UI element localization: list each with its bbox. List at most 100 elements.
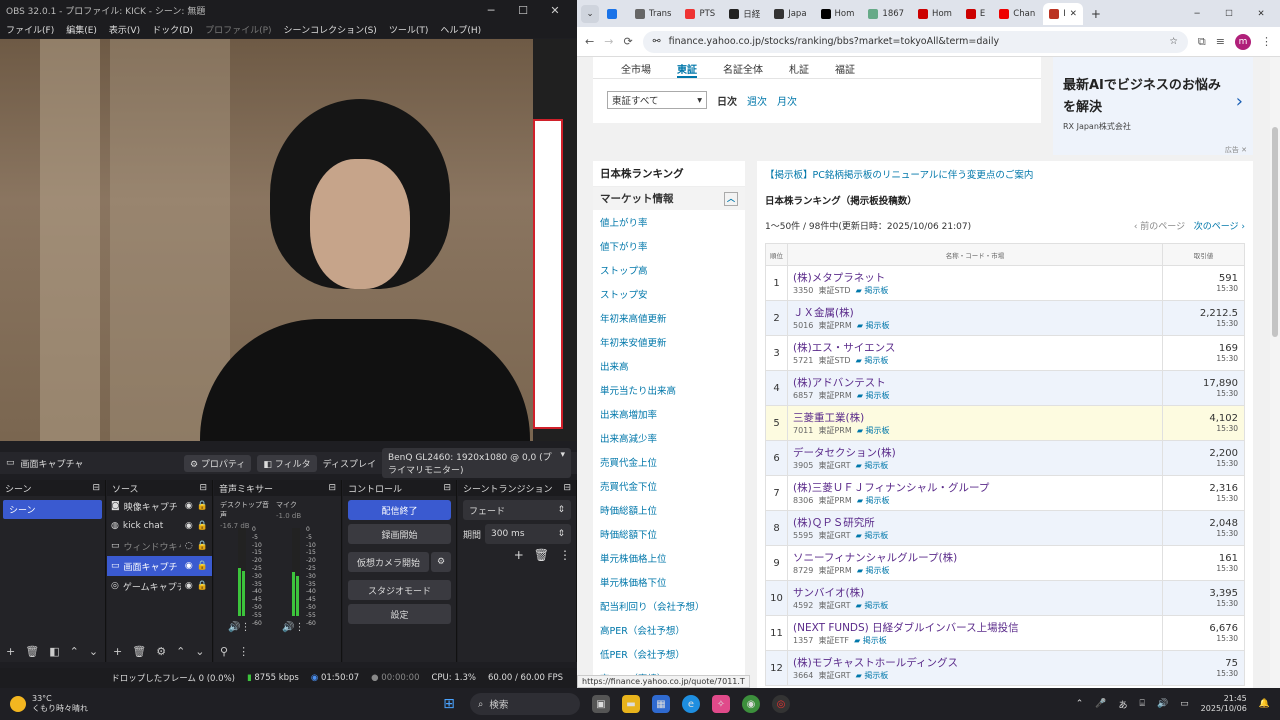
back-icon[interactable]: ← <box>585 35 594 48</box>
sidebar-item[interactable]: ストップ安 <box>593 282 745 306</box>
menu-edit[interactable]: 編集(E) <box>66 23 97 36</box>
more-icon[interactable]: ⋮ <box>238 645 249 658</box>
menu-scene-collection[interactable]: シーンコレクション(S) <box>284 23 377 36</box>
bbs-link[interactable]: ▰ 掲示板 <box>857 496 890 505</box>
studio-mode-button[interactable]: スタジオモード <box>348 580 451 600</box>
maximize-icon[interactable]: ☐ <box>1214 9 1244 19</box>
network-icon[interactable]: ⌸ <box>1140 699 1145 709</box>
more-icon[interactable]: ⋮ <box>559 548 571 562</box>
browser-tab[interactable]: I ✕ <box>1043 2 1083 25</box>
term-monthly[interactable]: 月次 <box>777 93 797 108</box>
sidebar-item[interactable]: ストップ高 <box>593 258 745 282</box>
properties-button[interactable]: ⚙ プロパティ <box>183 454 252 472</box>
close-icon[interactable]: ✕ <box>539 4 571 17</box>
sidebar-item[interactable]: 値下がり率 <box>593 234 745 258</box>
transition-select[interactable]: フェード ⇕ <box>463 500 571 520</box>
browser-tab[interactable]: Hom <box>912 3 958 25</box>
close-tab-icon[interactable]: ✕ <box>1070 9 1077 19</box>
media-icon[interactable]: ≡ <box>1216 35 1225 48</box>
browser-tab[interactable]: Trans <box>629 3 677 25</box>
taskbar-search[interactable]: ⌕ 検索 <box>470 693 580 715</box>
market-tab[interactable]: 福証 <box>835 61 855 78</box>
extensions-icon[interactable]: ⧉ <box>1198 35 1206 49</box>
sidebar-item[interactable]: 年初来安値更新 <box>593 330 745 354</box>
menu-tools[interactable]: ツール(T) <box>389 23 429 36</box>
dock-menu-icon[interactable]: ⊟ <box>563 483 571 493</box>
minimize-icon[interactable]: ─ <box>1182 9 1212 19</box>
chevron-right-icon[interactable]: › <box>1236 91 1243 112</box>
company-link[interactable]: (株)モブキャストホールディングス <box>793 655 1162 670</box>
filters-button[interactable]: ◧ フィルタ <box>257 454 317 472</box>
company-link[interactable]: ＪＸ金属(株) <box>793 305 1162 320</box>
trash-icon[interactable]: 🗑 <box>25 645 39 658</box>
company-link[interactable]: (株)ＱＰＳ研究所 <box>793 515 1162 530</box>
start-icon[interactable]: ⊞ <box>440 695 458 713</box>
sidebar-item[interactable]: 出来高減少率 <box>593 426 745 450</box>
forward-icon[interactable]: → <box>604 35 613 48</box>
sidebar-item[interactable]: 高PER（会社予想） <box>593 618 745 642</box>
speaker-icon[interactable]: 🔊⋮ <box>228 622 250 633</box>
company-link[interactable]: (株)エス・サイエンス <box>793 340 1162 355</box>
sidebar-item[interactable]: 配当利回り（会社予想） <box>593 594 745 618</box>
sidebar-section[interactable]: マーケット情報 ︿ <box>593 187 745 210</box>
menu-profile[interactable]: プロファイル(P) <box>205 23 271 36</box>
sidebar-item[interactable]: 値上がり率 <box>593 210 745 234</box>
obs-preview[interactable] <box>0 39 577 441</box>
company-link[interactable]: (株)アドバンテスト <box>793 375 1162 390</box>
browser-tab[interactable]: PTS <box>679 3 721 25</box>
clock[interactable]: 21:45 2025/10/06 <box>1201 694 1247 714</box>
arrow-down-icon[interactable]: ⌄ <box>195 645 204 658</box>
volume-icon[interactable]: 🔊 <box>1157 699 1168 709</box>
add-icon[interactable]: + <box>6 645 15 658</box>
minimize-icon[interactable]: ─ <box>475 4 507 17</box>
microphone-icon[interactable]: 🎤 <box>1095 699 1106 709</box>
menu-icon[interactable]: ⋮ <box>1261 35 1272 48</box>
display-select[interactable]: BenQ GL2460: 1920x1080 @ 0,0 (プライマリモニター)… <box>381 448 571 478</box>
store-icon[interactable]: ▦ <box>652 695 670 713</box>
link-icon[interactable]: ⚲ <box>220 645 228 658</box>
browser-tab[interactable]: E <box>960 3 991 25</box>
filter-icon[interactable]: ◧ <box>49 645 59 658</box>
browser-tab[interactable]: Hom <box>815 3 861 25</box>
market-tab[interactable]: 全市場 <box>621 61 651 78</box>
company-link[interactable]: (NEXT FUNDS) 日経ダブルインバース上場投信 <box>793 620 1162 635</box>
lock-icon[interactable]: 🔒 <box>197 521 208 531</box>
chevron-up-icon[interactable]: ︿ <box>724 191 738 206</box>
ad-headline[interactable]: 最新AIでビジネスのお悩みを解決 <box>1063 75 1223 119</box>
sidebar-item[interactable]: 時価総額下位 <box>593 522 745 546</box>
browser-tab[interactable]: 1867 <box>862 3 910 25</box>
prev-page-link[interactable]: ‹ 前のページ <box>1134 222 1185 232</box>
eye-icon[interactable]: ◉ <box>185 581 193 591</box>
maximize-icon[interactable]: ☐ <box>507 4 539 17</box>
bbs-link[interactable]: ▰ 掲示板 <box>854 636 887 645</box>
source-item[interactable]: ▭ ウィンドウキャ ◌ 🔒 <box>107 536 212 556</box>
add-icon[interactable]: + <box>113 645 122 658</box>
trash-icon[interactable]: 🗑 <box>534 548 549 562</box>
lock-icon[interactable]: 🔒 <box>197 561 208 571</box>
chevron-up-icon[interactable]: ⌃ <box>1076 699 1084 709</box>
site-info-icon[interactable]: ⚯ <box>653 36 661 47</box>
tab-search-icon[interactable]: ⌄ <box>581 4 599 23</box>
arrow-up-icon[interactable]: ⌃ <box>176 645 185 658</box>
sidebar-item[interactable]: 単元株価格上位 <box>593 546 745 570</box>
source-item[interactable]: ◙ 映像キャプチ ◉ 🔒 <box>107 496 212 516</box>
task-view-icon[interactable]: ▣ <box>592 695 610 713</box>
bbs-link[interactable]: ▰ 掲示板 <box>856 461 889 470</box>
start-recording-button[interactable]: 録画開始 <box>348 524 451 544</box>
eye-closed-icon[interactable]: ◌ <box>185 541 193 551</box>
scene-item[interactable]: シーン <box>3 500 102 519</box>
bbs-link[interactable]: ▰ 掲示板 <box>856 531 889 540</box>
sidebar-item[interactable]: 単元当たり出来高 <box>593 378 745 402</box>
bbs-link[interactable]: ▰ 掲示板 <box>857 321 890 330</box>
obs-icon[interactable]: ◎ <box>772 695 790 713</box>
dock-menu-icon[interactable]: ⊟ <box>199 483 207 493</box>
company-link[interactable]: (株)メタプラネット <box>793 270 1162 285</box>
eye-icon[interactable]: ◉ <box>185 501 193 511</box>
browser-tab[interactable] <box>601 3 627 25</box>
source-item[interactable]: ▭ 画面キャプチ ◉ 🔒 <box>107 556 212 576</box>
market-select[interactable]: 東証すべて ▾ <box>607 91 707 109</box>
trash-icon[interactable]: 🗑 <box>132 645 146 658</box>
browser-tab[interactable]: Chan <box>993 3 1041 25</box>
menu-view[interactable]: 表示(V) <box>109 23 140 36</box>
lock-icon[interactable]: 🔒 <box>197 541 208 551</box>
